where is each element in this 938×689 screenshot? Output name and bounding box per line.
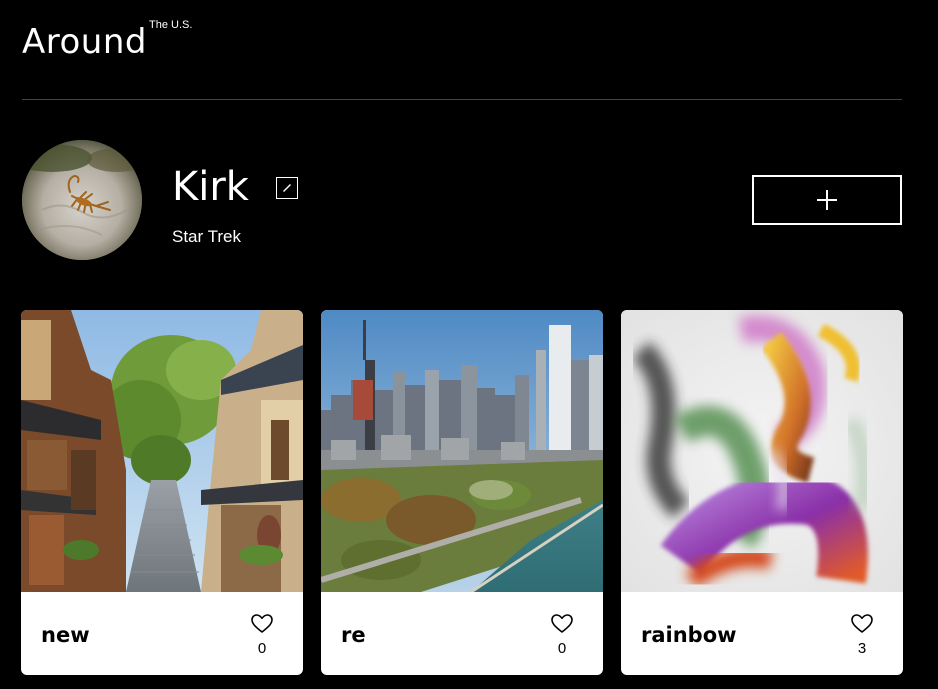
card-image[interactable] [21,310,303,592]
like-button[interactable] [249,612,275,634]
card-title: new [41,623,90,647]
profile-subtitle: Star Trek [172,227,241,246]
like-count: 3 [857,640,867,657]
card-image[interactable] [621,310,903,592]
app: Around The U.S. Kirk Star Trek new 0 re … [0,0,938,689]
heart-icon [551,613,573,633]
like-button[interactable] [849,612,875,634]
app-subtitle: The U.S. [149,19,193,31]
abstract-rainbow-swirl [621,310,903,592]
like-count: 0 [257,640,267,657]
header-divider [22,99,902,100]
kyoto-street-photo [21,310,303,592]
heart-icon [251,613,273,633]
brand-logo: Around The U.S. [22,19,192,64]
scorpion-photo [22,140,142,260]
app-title: Around [22,22,147,62]
place-card: re 0 [321,310,603,675]
card-image[interactable] [321,310,603,592]
add-place-button[interactable] [752,175,902,225]
like-count: 0 [557,640,567,657]
profile-avatar [22,140,142,260]
chicago-skyline-photo [321,310,603,592]
heart-icon [851,613,873,633]
like-button[interactable] [549,612,575,634]
profile-name: Kirk [172,164,249,210]
card-title: re [341,623,366,647]
place-card: rainbow 3 [621,310,903,675]
plus-icon [817,190,837,210]
place-card: new 0 [21,310,303,675]
card-title: rainbow [641,623,737,647]
edit-pencil-icon [283,184,291,192]
edit-profile-button[interactable] [276,177,298,199]
